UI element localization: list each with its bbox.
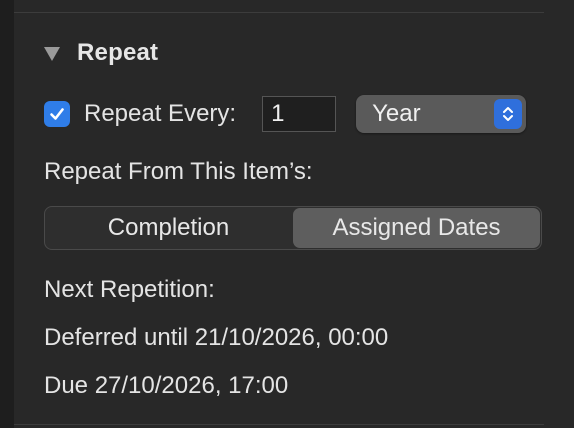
next-due-date: Due 27/10/2026, 17:00 xyxy=(44,372,289,399)
repeat-from-segmented-control: Completion Assigned Dates xyxy=(44,206,542,250)
bottom-divider xyxy=(14,424,544,425)
panel-left-edge xyxy=(0,0,14,428)
repeat-unit-select[interactable]: Year xyxy=(356,95,527,133)
repeat-unit-value: Year xyxy=(372,100,421,127)
repeat-section-header[interactable]: Repeat xyxy=(44,36,158,70)
up-down-chevron-icon[interactable] xyxy=(494,99,523,129)
checkmark-icon xyxy=(50,108,64,120)
next-repetition-label: Next Repetition: xyxy=(44,276,215,303)
repeat-every-label: Repeat Every: xyxy=(84,100,237,127)
repeat-checkbox[interactable] xyxy=(44,101,70,127)
segment-assigned-dates[interactable]: Assigned Dates xyxy=(293,208,540,248)
repeat-from-label: Repeat From This Item’s: xyxy=(44,158,313,185)
segment-completion[interactable]: Completion xyxy=(45,207,292,249)
repeat-panel: Repeat Repeat Every: Year Repeat From Th… xyxy=(0,0,574,428)
disclosure-triangle-down-icon[interactable] xyxy=(44,47,60,61)
next-deferred-date: Deferred until 21/10/2026, 00:00 xyxy=(44,324,389,351)
repeat-interval-input[interactable] xyxy=(262,96,337,132)
top-divider xyxy=(14,12,544,13)
repeat-every-row: Repeat Every: Year xyxy=(44,94,527,134)
section-title: Repeat xyxy=(77,39,159,66)
